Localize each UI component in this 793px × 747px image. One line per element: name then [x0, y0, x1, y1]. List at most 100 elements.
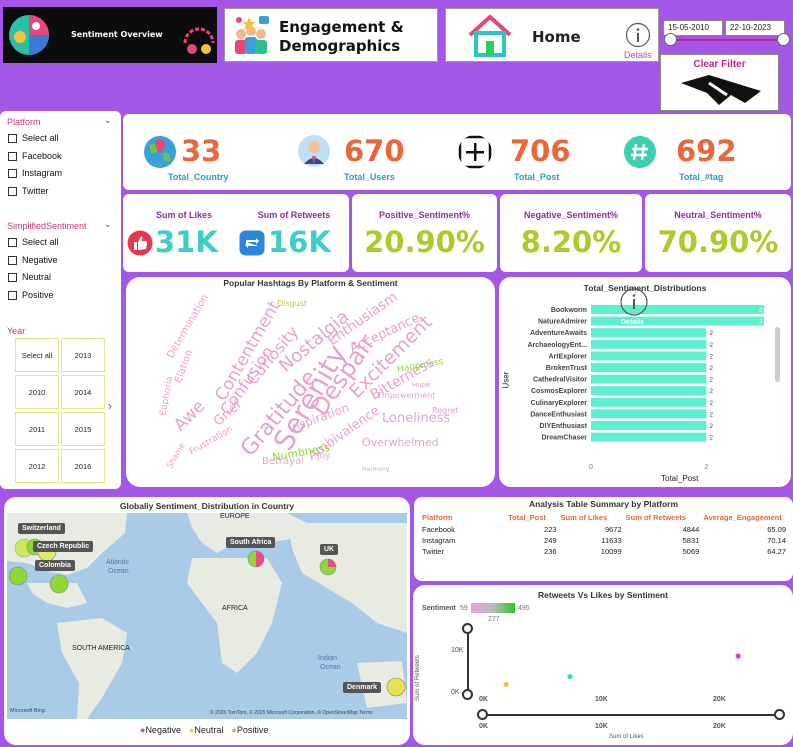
- engagement-demographics-nav[interactable]: Engagement & Demographics: [224, 8, 438, 62]
- scatter-point[interactable]: [567, 674, 573, 680]
- kpi-row: 33 Total_Country 670 Total_Users 706 Tot…: [123, 114, 791, 190]
- year-tile-2011[interactable]: 2011: [15, 412, 59, 446]
- wordcloud-word[interactable]: Regret: [432, 406, 458, 415]
- bar[interactable]: [591, 397, 707, 407]
- checkbox[interactable]: [8, 290, 17, 300]
- distribution-bar-chart[interactable]: Bookworm 3 NatureAdmirer 3 AdventureAwaits 2 A…: [499, 299, 791, 477]
- x-range-slider-track: [483, 714, 779, 716]
- column-header-sum-retweets[interactable]: Sum of Retweets: [624, 511, 702, 524]
- platform-option-select-all[interactable]: Select all: [8, 133, 59, 143]
- wordcloud-word[interactable]: Betrayal: [262, 456, 304, 467]
- wordcloud-word[interactable]: Hope: [412, 381, 430, 389]
- wordcloud-word[interactable]: Harmony: [362, 466, 389, 473]
- bar[interactable]: [591, 374, 707, 384]
- checkbox[interactable]: [8, 272, 17, 282]
- sentiment-overview-banner[interactable]: Sentiment Overview: [3, 7, 217, 63]
- chevron-down-icon[interactable]: ⌄: [104, 115, 112, 126]
- info-icon[interactable]: [625, 22, 651, 48]
- sentiment-option-select-all[interactable]: Select all: [8, 237, 59, 247]
- year-tile-2015[interactable]: 2015: [61, 412, 105, 446]
- positive-sentiment-card: Positive_Sentiment% 20.90%: [352, 194, 497, 272]
- bar[interactable]: [591, 305, 764, 314]
- year-tile-select-all[interactable]: Select all: [15, 338, 59, 372]
- map-bubbles[interactable]: [4, 497, 410, 745]
- year-tile-2010[interactable]: 2010: [15, 375, 59, 409]
- bar[interactable]: [591, 432, 707, 442]
- bar[interactable]: [591, 351, 707, 361]
- scatter-point[interactable]: [503, 681, 509, 688]
- info-icon[interactable]: [619, 287, 649, 317]
- bar[interactable]: [591, 339, 707, 349]
- wordcloud-word[interactable]: Overwhelmed: [362, 436, 439, 449]
- year-tile-2012[interactable]: 2012: [15, 449, 59, 483]
- table-row[interactable]: Instagram 249 11633 5831 70.14: [420, 535, 788, 546]
- x-tick-label: 2: [704, 464, 708, 471]
- date-range-slicer[interactable]: 15-05-2010 22-10-2023: [660, 8, 791, 54]
- year-tile-2013[interactable]: 2013: [61, 338, 105, 372]
- details-overlay-label[interactable]: Details: [621, 319, 644, 326]
- y-range-slider-bottom-handle[interactable]: [462, 689, 473, 700]
- date-end-input[interactable]: 22-10-2023: [725, 20, 785, 36]
- wordcloud-word[interactable]: Joy: [317, 450, 331, 461]
- x-range-slider-right-handle[interactable]: [774, 709, 785, 720]
- sentiment-option-negative[interactable]: Negative: [8, 255, 58, 265]
- bar-value-label: 3: [759, 319, 763, 326]
- scatter-plot[interactable]: [473, 625, 787, 695]
- engagement-title-line2: Demographics: [279, 37, 401, 55]
- year-tile-2014[interactable]: 2014: [61, 375, 105, 409]
- x-range-slider-left-handle[interactable]: [477, 709, 488, 720]
- checkbox[interactable]: [8, 255, 17, 265]
- date-slider-start-handle[interactable]: [664, 33, 677, 46]
- wordcloud-area[interactable]: Serenity Despair Gratitude Nostalgia Excitem…: [132, 291, 488, 481]
- column-header-total-post[interactable]: Total_Post: [506, 511, 558, 524]
- year-tile-2016[interactable]: 2016: [61, 449, 105, 483]
- sentiment-option-positive[interactable]: Positive: [8, 290, 54, 300]
- table-cell: 4844: [682, 525, 700, 534]
- wordcloud-word[interactable]: Awe: [170, 396, 209, 435]
- column-header-platform[interactable]: Platform: [420, 511, 506, 524]
- column-header-average-engagement[interactable]: Average_Engagement: [701, 511, 788, 524]
- gradient-max: 495: [518, 605, 530, 612]
- scatter-point[interactable]: [735, 653, 741, 659]
- checkbox[interactable]: [8, 186, 17, 196]
- platform-option-facebook[interactable]: Facebook: [8, 151, 62, 161]
- bar[interactable]: [591, 386, 707, 396]
- checkbox[interactable]: [8, 151, 17, 161]
- wordcloud-word[interactable]: Disgust: [277, 299, 307, 308]
- chevron-down-icon[interactable]: ⌄: [104, 219, 112, 230]
- table-cell: Facebook: [422, 525, 455, 534]
- platform-option-instagram[interactable]: Instagram: [8, 168, 62, 178]
- bar[interactable]: [591, 421, 707, 430]
- wordcloud-word[interactable]: Frustration: [188, 425, 235, 458]
- sentiment-option-neutral[interactable]: Neutral: [8, 272, 51, 282]
- scrollbar[interactable]: [775, 327, 780, 382]
- map-label-uk: UK: [320, 544, 339, 555]
- scatter-xlabel: Sum of Likes: [609, 734, 644, 740]
- table-row[interactable]: Facebook 223 9672 4844 65.09: [420, 524, 788, 535]
- total-country-value: 33: [181, 134, 222, 168]
- bar[interactable]: [591, 316, 764, 326]
- date-slider-end-handle[interactable]: [777, 33, 790, 46]
- platform-option-twitter[interactable]: Twitter: [8, 186, 49, 196]
- y-range-slider-top-handle[interactable]: [462, 623, 473, 634]
- column-header-sum-likes[interactable]: Sum of Likes: [559, 511, 624, 524]
- details-link[interactable]: Details: [624, 50, 652, 60]
- wordcloud-word[interactable]: Empowerment: [377, 391, 435, 400]
- checkbox[interactable]: [8, 168, 17, 178]
- bar-value-label: 2: [709, 365, 713, 372]
- wordcloud-word[interactable]: Euphoria: [159, 375, 176, 416]
- option-label: Select all: [22, 133, 59, 143]
- checkbox[interactable]: [8, 237, 17, 247]
- x-tick-bottom-0k: 0K: [479, 723, 488, 730]
- clear-filter-button[interactable]: Clear Filter: [660, 54, 779, 111]
- bar[interactable]: [591, 409, 707, 419]
- checkbox[interactable]: [8, 133, 17, 143]
- chevron-right-icon[interactable]: ›: [108, 399, 112, 413]
- table-row[interactable]: Twitter 236 10099 5069 64.27: [420, 546, 788, 557]
- bar[interactable]: [591, 363, 707, 372]
- bar[interactable]: [591, 328, 707, 338]
- wordcloud-word[interactable]: Shame: [165, 441, 187, 470]
- home-nav[interactable]: Home Details: [445, 8, 659, 62]
- home-icon: [468, 14, 512, 57]
- x-tick-label: 0: [589, 464, 593, 471]
